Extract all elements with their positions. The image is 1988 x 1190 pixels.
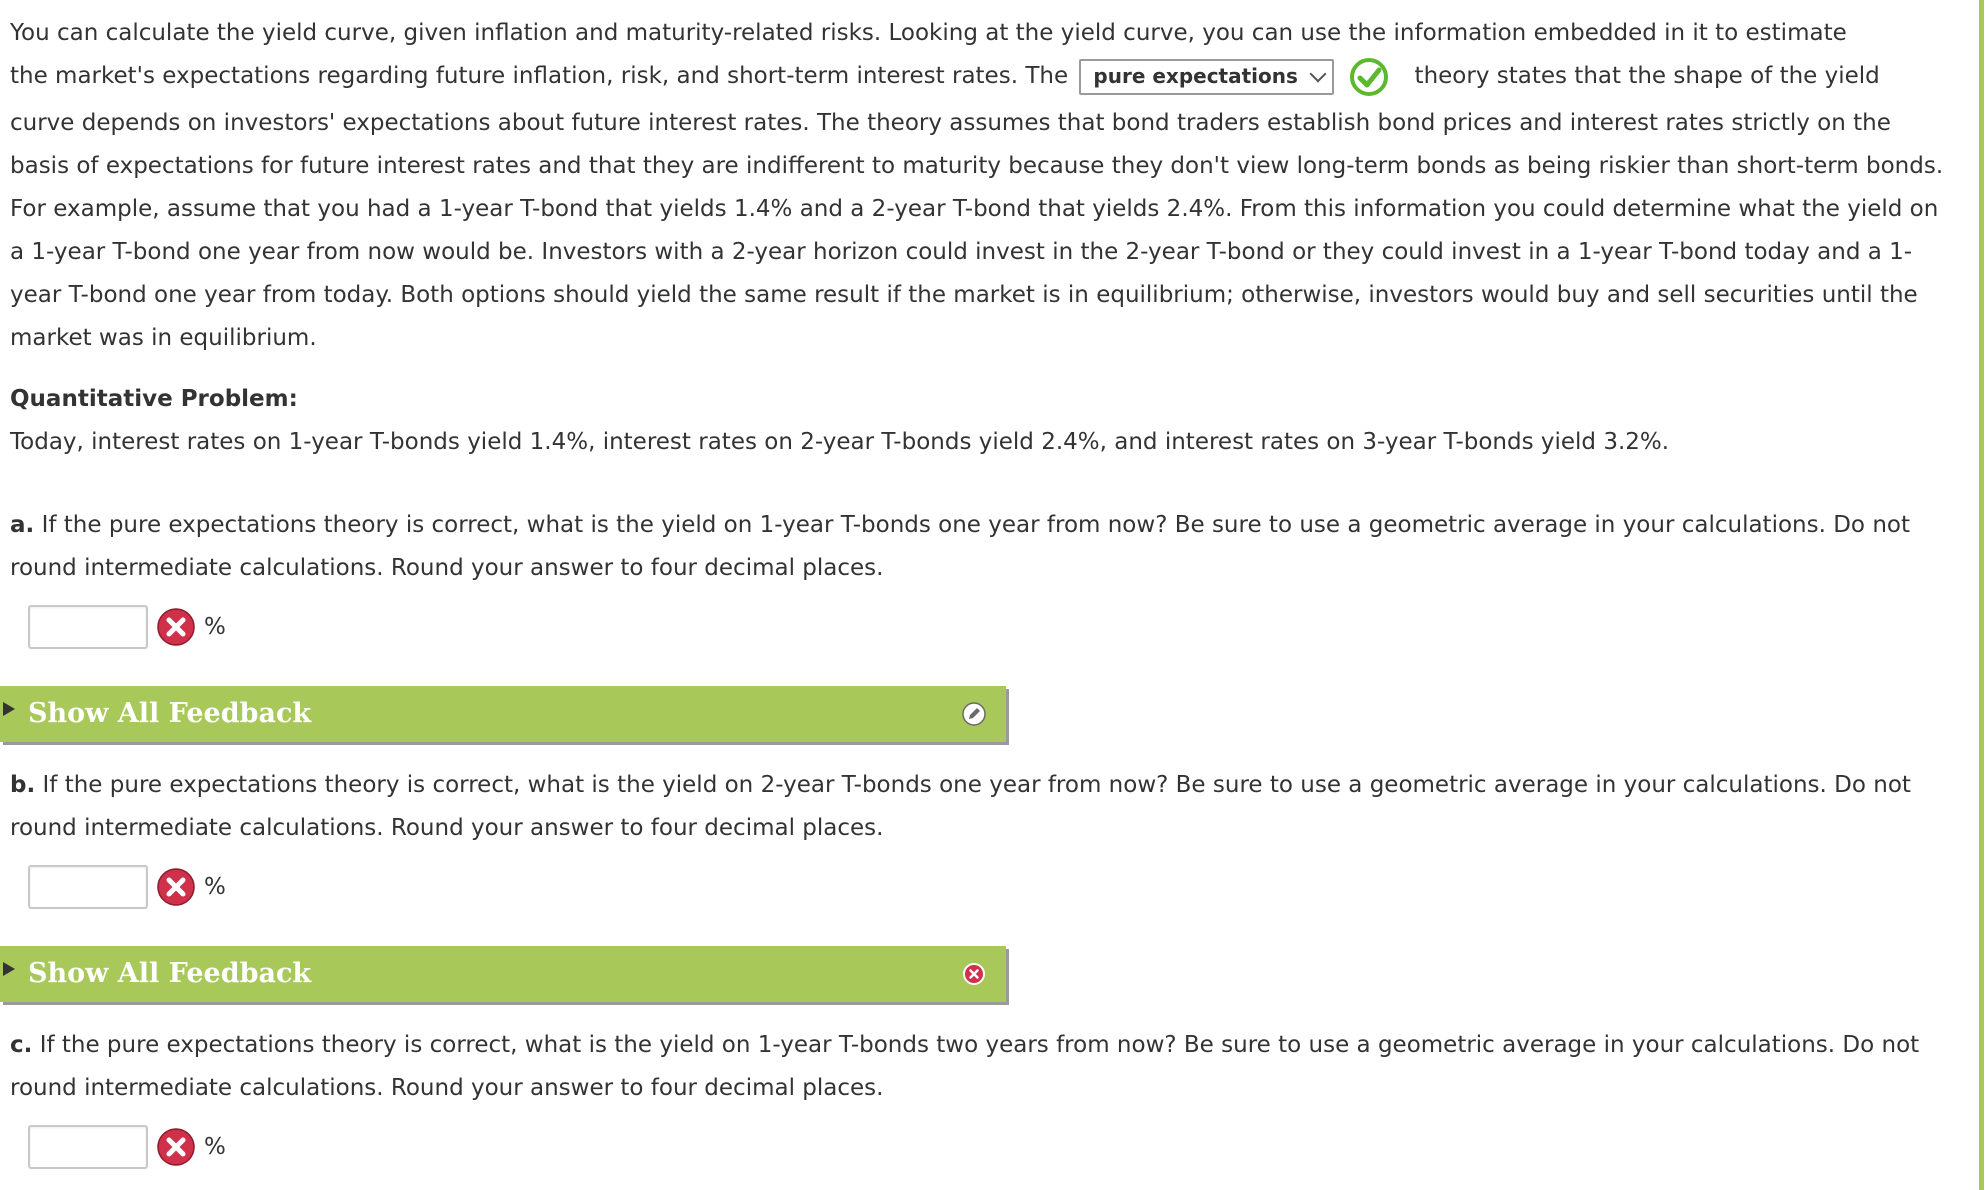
question-a-letter: a.: [10, 512, 35, 538]
theory-dropdown[interactable]: pure expectations: [1079, 58, 1334, 95]
show-all-feedback-label: Show All Feedback: [28, 698, 312, 729]
problem-heading: Quantitative Problem:: [10, 386, 298, 412]
question-c-text: If the pure expectations theory is corre…: [10, 1032, 1920, 1101]
problem-text: Today, interest rates on 1-year T-bonds …: [10, 429, 1670, 455]
x-circle-icon: [963, 963, 985, 985]
theory-dropdown-value: pure expectations: [1093, 64, 1298, 88]
unit-a: %: [204, 614, 226, 640]
right-border-rule: [1979, 0, 1984, 1190]
unit-c: %: [204, 1134, 226, 1160]
answer-row-a: %: [28, 602, 1970, 652]
check-circle-icon: [1350, 57, 1389, 96]
expand-triangle-icon: [3, 702, 15, 716]
show-all-feedback-bar[interactable]: Show All Feedback: [0, 946, 1006, 1002]
x-circle-icon: [157, 868, 195, 906]
question-b-text: If the pure expectations theory is corre…: [10, 772, 1911, 841]
question-b: b. If the pure expectations theory is co…: [10, 764, 1970, 850]
intro-paragraph: You can calculate the yield curve, given…: [10, 12, 1970, 360]
show-all-feedback-bar[interactable]: Show All Feedback: [0, 686, 1006, 742]
intro-line-2-after: theory states that the shape of the yiel…: [1414, 63, 1880, 89]
answer-row-b: %: [28, 862, 1970, 912]
intro-rest: curve depends on investors' expectations…: [10, 110, 1944, 351]
content: You can calculate the yield curve, given…: [0, 12, 1970, 1172]
intro-line-2: the market's expectations regarding futu…: [10, 55, 1970, 98]
chevron-down-icon: [1309, 65, 1327, 82]
answer-input-a[interactable]: [28, 605, 148, 649]
question-c: c. If the pure expectations theory is co…: [10, 1024, 1970, 1110]
x-circle-icon: [157, 1128, 195, 1166]
show-all-feedback-label: Show All Feedback: [28, 958, 312, 989]
answer-input-b[interactable]: [28, 865, 148, 909]
question-c-letter: c.: [10, 1032, 33, 1058]
answer-input-c[interactable]: [28, 1125, 148, 1169]
question-a: a. If the pure expectations theory is co…: [10, 504, 1970, 590]
homework-page: You can calculate the yield curve, given…: [0, 0, 1988, 1190]
pencil-icon: [962, 702, 986, 726]
question-b-letter: b.: [10, 772, 36, 798]
intro-line-2-before: the market's expectations regarding futu…: [10, 63, 1069, 89]
question-a-text: If the pure expectations theory is corre…: [10, 512, 1910, 581]
unit-b: %: [204, 874, 226, 900]
expand-triangle-icon: [3, 962, 15, 976]
x-circle-icon: [157, 608, 195, 646]
intro-line-1: You can calculate the yield curve, given…: [10, 20, 1847, 46]
answer-row-c: %: [28, 1122, 1970, 1172]
